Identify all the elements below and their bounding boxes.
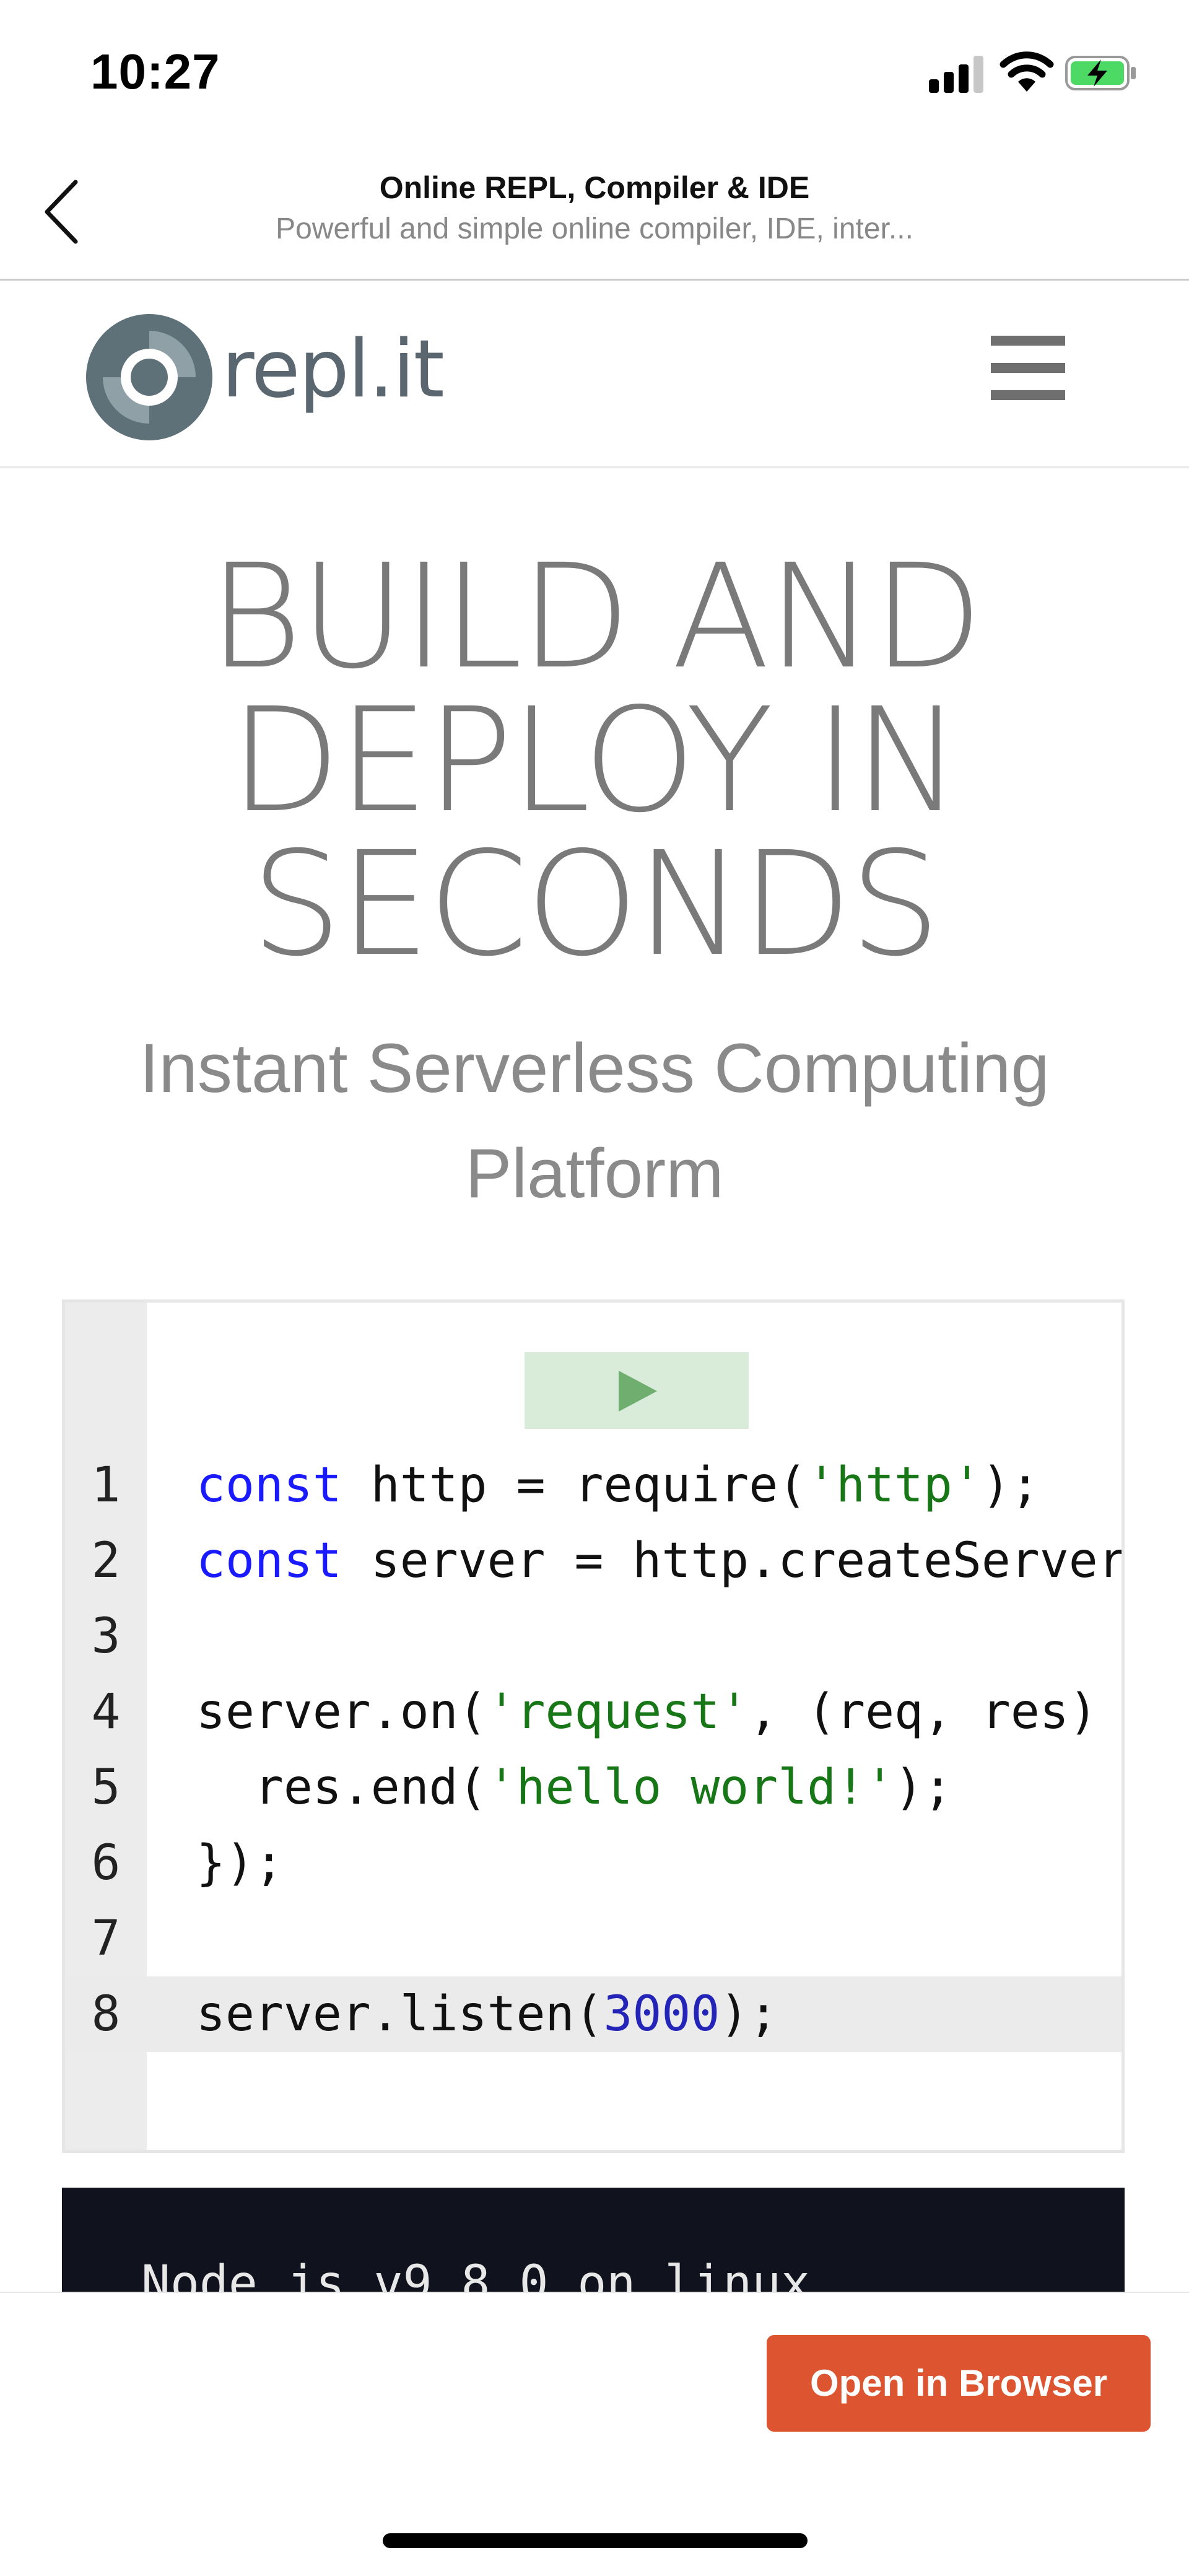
code-line[interactable]: 3 <box>65 1599 1121 1674</box>
code-text[interactable]: const http = require('http'); <box>196 1447 1040 1523</box>
code-token: const <box>196 1533 342 1589</box>
code-token: const <box>196 1457 342 1513</box>
code-text[interactable]: const server = http.createServer(); <box>196 1523 1125 1599</box>
code-token: 'http' <box>807 1457 982 1513</box>
code-line[interactable]: 8 server.listen(3000); <box>65 1976 1121 2052</box>
code-line[interactable]: 4 server.on('request', (req, res) => { <box>65 1674 1121 1750</box>
code-token: res.end( <box>196 1760 487 1815</box>
code-token: ); <box>720 1986 778 2042</box>
open-in-browser-button[interactable]: Open in Browser <box>767 2335 1151 2432</box>
line-number: 3 <box>91 1609 121 1664</box>
code-token: ); <box>981 1457 1040 1513</box>
status-time: 10:27 <box>90 44 220 99</box>
code-token: server.listen( <box>196 1986 604 2042</box>
code-text[interactable]: res.end('hello world!'); <box>196 1750 952 1825</box>
repl-logo-icon[interactable] <box>84 312 214 442</box>
back-button[interactable] <box>37 175 93 249</box>
logo-text[interactable]: repl.it <box>222 323 445 416</box>
navigation-bar: Online REPL, Compiler & IDE Powerful and… <box>0 142 1189 281</box>
code-token: ); <box>894 1760 952 1815</box>
line-number: 4 <box>91 1684 121 1740</box>
page-subtitle: Powerful and simple online compiler, IDE… <box>276 212 913 245</box>
code-token: server = http.createServer(); <box>370 1533 1125 1589</box>
code-token: 'hello world!' <box>487 1760 895 1815</box>
code-token: 'request' <box>487 1684 749 1740</box>
play-icon <box>619 1371 657 1412</box>
code-token: , (req, res) => { <box>749 1684 1098 1740</box>
line-number: 1 <box>91 1457 121 1513</box>
status-bar: 10:27 <box>0 0 1189 142</box>
hero-title-line: BUILD AND <box>208 533 983 701</box>
code-token: }); <box>196 1835 284 1891</box>
code-editor[interactable]: 1 const http = require('http'); 2 const ser… <box>62 1299 1125 2153</box>
code-text[interactable]: }); <box>196 1825 284 1901</box>
hamburger-menu-icon[interactable] <box>991 331 1065 405</box>
code-token: 3000 <box>603 1986 720 2042</box>
hero-title-line: DEPLOY IN <box>230 677 961 844</box>
chevron-left-icon <box>45 180 78 244</box>
code-line[interactable]: 1 const http = require('http'); <box>65 1447 1121 1523</box>
code-text[interactable]: server.listen(3000); <box>196 1976 778 2052</box>
page-title: Online REPL, Compiler & IDE <box>379 170 810 205</box>
line-number: 8 <box>91 1986 121 2042</box>
code-token: http = require( <box>341 1457 808 1513</box>
code-text[interactable]: server.on('request', (req, res) => { <box>196 1674 1121 1750</box>
line-number: 7 <box>91 1911 121 1967</box>
hero-title: BUILD AND DEPLOY IN SECONDS <box>124 545 1065 976</box>
code-line[interactable]: 2const server = http.createServer(); <box>65 1523 1121 1599</box>
code-line[interactable]: 5 res.end('hello world!'); <box>65 1750 1121 1825</box>
line-number: 6 <box>91 1835 121 1891</box>
code-token: server.on( <box>196 1684 487 1740</box>
home-indicator[interactable] <box>383 2533 808 2548</box>
hero-title-line: SECONDS <box>251 821 941 988</box>
line-number: 2 <box>91 1533 121 1589</box>
code-line[interactable]: 6}); <box>65 1825 1121 1901</box>
battery-charging-icon <box>1065 56 1136 90</box>
line-number: 5 <box>91 1760 121 1815</box>
hero-subtitle: Instant Serverless Computing Platform <box>139 1029 1050 1212</box>
wifi-icon <box>999 51 1055 93</box>
site-header: repl.it <box>0 280 1189 468</box>
code-line[interactable]: 7 <box>65 1901 1121 1976</box>
run-button[interactable] <box>525 1352 749 1429</box>
cellular-signal-icon <box>929 56 986 93</box>
